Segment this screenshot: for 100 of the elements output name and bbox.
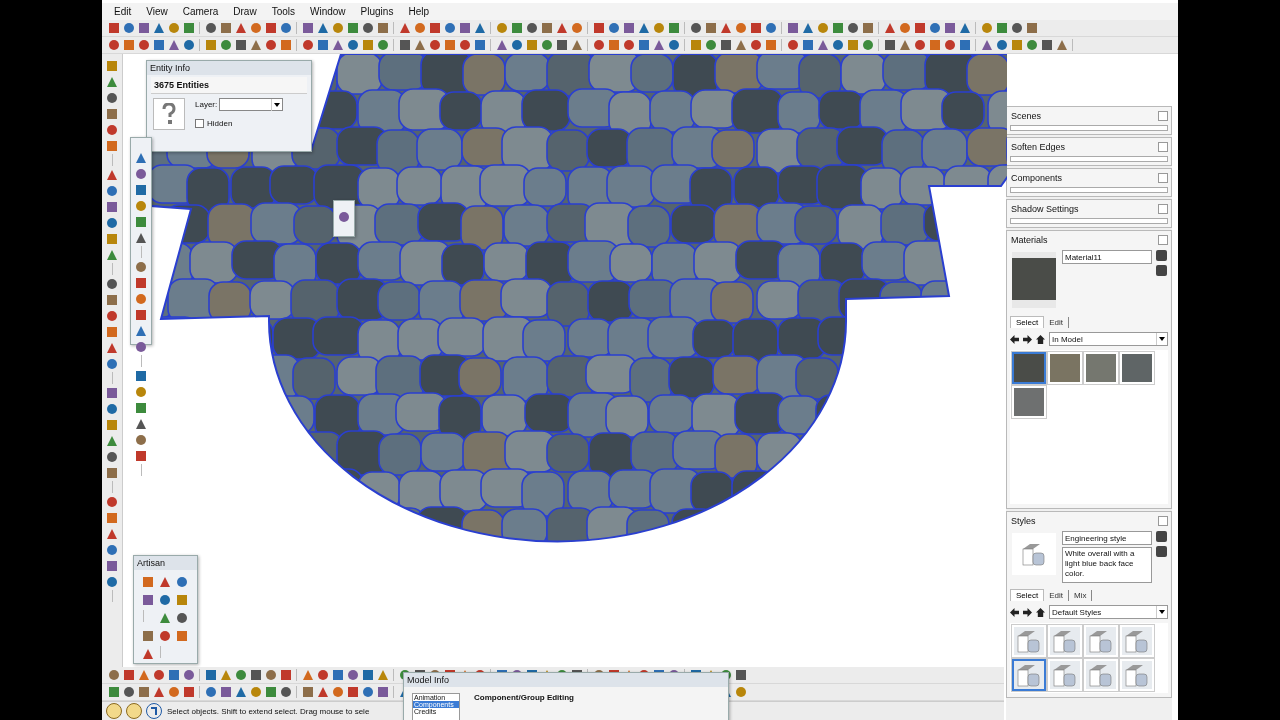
toolbar-icon[interactable] — [800, 37, 815, 53]
tab[interactable]: Edit — [1044, 590, 1070, 601]
toolbar-icon[interactable] — [621, 20, 636, 36]
toolbar-icon[interactable] — [104, 510, 120, 525]
toolbar-icon[interactable] — [104, 324, 120, 339]
toolbar-icon[interactable] — [104, 385, 120, 400]
toolbar-icon[interactable] — [174, 628, 189, 643]
toolbar-icon[interactable] — [166, 667, 181, 683]
tab[interactable]: Select — [1010, 316, 1045, 328]
toolbar-icon[interactable] — [136, 20, 151, 36]
toolbar-icon[interactable] — [912, 20, 927, 36]
toolbar-icon[interactable] — [636, 37, 651, 53]
close-icon[interactable] — [1158, 142, 1168, 152]
toolbar-icon[interactable] — [397, 37, 412, 53]
toolbar-icon[interactable] — [666, 20, 681, 36]
home-icon[interactable] — [1036, 334, 1045, 344]
toolbar-icon[interactable] — [472, 37, 487, 53]
toolbar-icon[interactable] — [315, 37, 330, 53]
toolbar-icon[interactable] — [104, 138, 120, 153]
toolbar-icon[interactable] — [104, 292, 120, 307]
toolbar-icon[interactable] — [278, 667, 293, 683]
toolbar-icon[interactable] — [140, 592, 155, 607]
toolbar-icon[interactable] — [181, 20, 196, 36]
toolbar-icon[interactable] — [733, 667, 748, 683]
toolbar-icon[interactable] — [942, 20, 957, 36]
toolbar-icon[interactable] — [830, 20, 845, 36]
toolbar-icon[interactable] — [748, 20, 763, 36]
tab[interactable]: Mix — [1069, 590, 1093, 601]
toolbar-icon[interactable] — [785, 20, 800, 36]
material-swatch[interactable] — [1012, 352, 1046, 384]
toolbar-icon[interactable] — [509, 20, 524, 36]
toolbar-icon[interactable] — [860, 20, 875, 36]
toolbar-icon[interactable] — [151, 37, 166, 53]
toolbar-icon[interactable] — [133, 307, 149, 322]
toolbar-icon[interactable] — [133, 214, 149, 229]
toolbar-icon[interactable] — [106, 20, 121, 36]
toolbar-icon[interactable] — [218, 20, 233, 36]
toolbar-icon[interactable] — [133, 368, 149, 383]
tab[interactable]: Edit — [1044, 317, 1070, 328]
toolbar-icon[interactable] — [957, 37, 972, 53]
library-dropdown[interactable]: In Model — [1049, 332, 1168, 346]
toolbar-icon[interactable] — [278, 37, 293, 53]
toolbar-icon[interactable] — [1024, 20, 1039, 36]
toolbar-icon[interactable] — [345, 684, 360, 700]
toolbar-icon[interactable] — [106, 684, 121, 700]
close-icon[interactable] — [1158, 173, 1168, 183]
toolbar-icon[interactable] — [375, 684, 390, 700]
toolbar-icon[interactable] — [133, 448, 149, 463]
library-dropdown[interactable]: Default Styles — [1049, 605, 1168, 619]
toolbar-icon[interactable] — [133, 400, 149, 415]
style-thumbnail[interactable] — [1012, 659, 1046, 691]
home-icon[interactable] — [1036, 607, 1045, 617]
material-name-field[interactable]: Material11 — [1062, 250, 1152, 264]
toolbar-icon[interactable] — [718, 37, 733, 53]
toolbar-icon[interactable] — [263, 20, 278, 36]
back-icon[interactable] — [1010, 334, 1019, 344]
tray-panel[interactable]: Scenes — [1006, 106, 1172, 135]
toolbar-icon[interactable] — [104, 465, 120, 480]
toolbar-icon[interactable] — [133, 182, 149, 197]
toolbar-icon[interactable] — [427, 20, 442, 36]
toolbar-icon[interactable] — [104, 199, 120, 214]
menu-item[interactable]: Draw — [233, 6, 257, 17]
menu-item[interactable]: Edit — [114, 6, 132, 17]
toolbar-icon[interactable] — [104, 106, 120, 121]
tab[interactable]: Select — [1010, 589, 1045, 601]
toolbar-icon[interactable] — [248, 667, 263, 683]
toolbar-icon[interactable] — [300, 684, 315, 700]
forward-icon[interactable] — [1023, 334, 1032, 344]
forward-icon[interactable] — [1023, 607, 1032, 617]
toolbar-icon[interactable] — [927, 37, 942, 53]
toolbar-icon[interactable] — [1039, 37, 1054, 53]
tray-panel[interactable]: Components — [1006, 168, 1172, 197]
close-icon[interactable] — [1158, 204, 1168, 214]
toolbar-icon[interactable] — [121, 667, 136, 683]
tray-panel[interactable]: Soften Edges — [1006, 137, 1172, 166]
toolbar-icon[interactable] — [133, 275, 149, 290]
toolbar-icon[interactable] — [345, 20, 360, 36]
toolbar-icon[interactable] — [539, 20, 554, 36]
close-icon[interactable] — [1158, 516, 1168, 526]
menu-item[interactable]: Plugins — [360, 6, 394, 17]
toolbar-icon[interactable] — [140, 574, 155, 589]
toolbar-icon[interactable] — [233, 37, 248, 53]
close-icon[interactable] — [1158, 235, 1168, 245]
menu-item[interactable]: Camera — [182, 6, 219, 17]
toolbar-icon[interactable] — [375, 20, 390, 36]
back-icon[interactable] — [1010, 607, 1019, 617]
toolbar-icon[interactable] — [763, 37, 778, 53]
toolbar-icon[interactable] — [136, 684, 151, 700]
toolbar-icon[interactable] — [703, 20, 718, 36]
menu-item[interactable]: Tools — [271, 6, 295, 17]
menu-item[interactable]: Help — [408, 6, 429, 17]
menu-item[interactable]: Window — [310, 6, 346, 17]
toolbar-icon[interactable] — [994, 20, 1009, 36]
toolbar-icon[interactable] — [181, 684, 196, 700]
toolbar-icon[interactable] — [121, 37, 136, 53]
toolbar-icon[interactable] — [360, 667, 375, 683]
toolbar-icon[interactable] — [140, 628, 155, 643]
toolbar-icon[interactable] — [218, 684, 233, 700]
toolbar-icon[interactable] — [442, 37, 457, 53]
toolbar-icon[interactable] — [606, 37, 621, 53]
